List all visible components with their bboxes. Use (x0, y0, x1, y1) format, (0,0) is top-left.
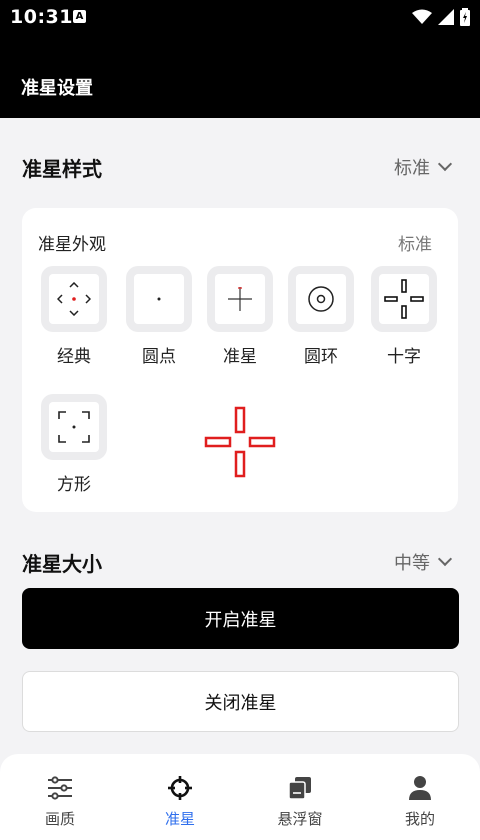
wifi-icon (412, 9, 432, 24)
appearance-title: 准星外观 (38, 235, 106, 255)
appearance-card: 准星外观 标准 经典 圆点 准星 圆环 十字 方形 (22, 208, 458, 512)
page-title: 准星设置 (21, 78, 93, 99)
square-crosshair-icon (58, 411, 90, 443)
style-option-ring[interactable]: 圆环 (285, 266, 357, 367)
crosshair-style-title: 准星样式 (22, 157, 102, 181)
app-bar: 准星设置 (0, 34, 480, 118)
crosshair-size-value: 中等 (394, 553, 430, 574)
profile-icon (409, 776, 431, 800)
notification-a-icon: A (73, 10, 86, 23)
style-option-cross[interactable]: 十字 (368, 266, 440, 367)
style-option-dot[interactable]: 圆点 (123, 266, 195, 367)
close-crosshair-button[interactable]: 关闭准星 (22, 671, 459, 732)
open-crosshair-button[interactable]: 开启准星 (22, 588, 459, 649)
ring-crosshair-icon (308, 286, 334, 312)
style-option-classic[interactable]: 经典 (38, 266, 110, 367)
appearance-badge: 标准 (398, 235, 432, 255)
bottom-tab-bar: 画质 准星 悬浮窗 我的 (0, 754, 480, 840)
status-time: 10:31 (10, 6, 73, 28)
crosshair-size-dropdown[interactable]: 中等 (394, 549, 453, 575)
tab-floating-window[interactable]: 悬浮窗 (240, 754, 360, 840)
style-option-sight[interactable]: 准星 (204, 266, 276, 367)
tab-crosshair[interactable]: 准星 (120, 754, 240, 840)
cross-crosshair-icon (384, 279, 424, 319)
tab-profile[interactable]: 我的 (360, 754, 480, 840)
dot-crosshair-icon (157, 297, 161, 301)
style-label: 圆环 (304, 347, 338, 367)
tab-quality[interactable]: 画质 (0, 754, 120, 840)
crosshair-style-value: 标准 (394, 158, 430, 179)
crosshair-style-dropdown[interactable]: 标准 (394, 154, 453, 180)
sliders-icon (48, 776, 72, 800)
crosshair-preview-icon (204, 406, 276, 478)
battery-icon (460, 8, 470, 26)
style-option-square[interactable]: 方形 (38, 394, 110, 495)
crosshair-size-title: 准星大小 (22, 552, 102, 576)
style-label: 经典 (57, 347, 91, 367)
tab-label: 我的 (404, 810, 435, 828)
floating-window-icon (288, 777, 311, 800)
style-label: 十字 (387, 347, 421, 367)
signal-icon (438, 9, 454, 25)
tab-label: 准星 (164, 810, 195, 828)
status-icons (412, 8, 470, 26)
crosshair-icon (168, 776, 192, 800)
style-label: 准星 (223, 347, 257, 367)
classic-crosshair-icon (57, 282, 91, 316)
style-label: 圆点 (142, 347, 176, 367)
tab-label: 悬浮窗 (277, 810, 323, 828)
style-label: 方形 (57, 475, 91, 495)
chevron-down-icon (437, 551, 453, 567)
status-bar: 10:31 A (0, 0, 480, 34)
sight-crosshair-icon (228, 287, 252, 311)
tab-label: 画质 (44, 810, 75, 828)
chevron-down-icon (437, 156, 453, 172)
